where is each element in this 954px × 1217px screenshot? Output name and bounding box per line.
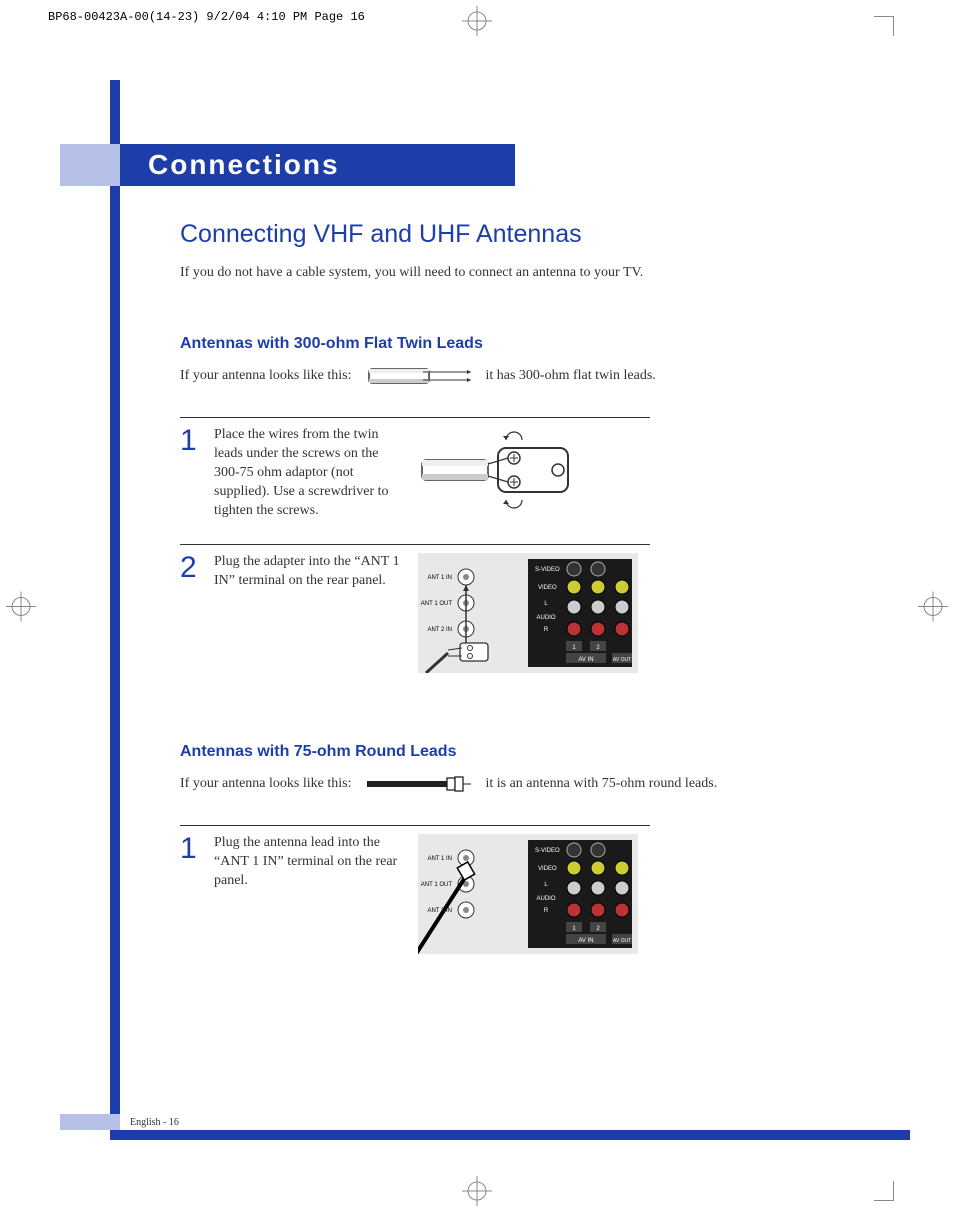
- intro-text: If you do not have a cable system, you w…: [180, 265, 900, 281]
- bottom-rule: [110, 1130, 910, 1140]
- print-header: BP68-00423A-00(14-23) 9/2/04 4:10 PM Pag…: [48, 10, 365, 24]
- step-b1: 1 Plug the antenna lead into the “ANT 1 …: [180, 825, 650, 954]
- step-number: 2: [180, 553, 200, 583]
- chapter-tab: [60, 144, 120, 186]
- svg-text:ANT 2 IN: ANT 2 IN: [427, 627, 452, 633]
- svg-text:AV OUT: AV OUT: [613, 657, 631, 663]
- lead-before-text: If your antenna looks like this:: [180, 776, 351, 792]
- twin-lead-cable-icon: [363, 359, 473, 393]
- svg-text:AV OUT: AV OUT: [613, 938, 631, 944]
- lead-before-text: If your antenna looks like this:: [180, 368, 351, 384]
- lead-after-text: it has 300-ohm flat twin leads.: [485, 368, 655, 384]
- svg-text:R: R: [544, 627, 549, 633]
- crop-mark-top: [462, 6, 492, 41]
- svg-text:AV IN: AV IN: [578, 938, 593, 944]
- step-a2: 2 Plug the adapter into the “ANT 1 IN” t…: [180, 544, 650, 673]
- section-a-heading: Antennas with 300-ohm Flat Twin Leads: [180, 335, 900, 353]
- lead-after-text: it is an antenna with 75-ohm round leads…: [485, 776, 717, 792]
- round-lead-cable-icon: [363, 767, 473, 801]
- chapter-title: Connections: [120, 144, 515, 186]
- step-a1: 1 Place the wires from the twin leads un…: [180, 417, 650, 520]
- svg-text:ANT 1 OUT: ANT 1 OUT: [421, 601, 453, 607]
- corner-mark-tr: [874, 16, 894, 36]
- adaptor-figure: [418, 426, 650, 516]
- rear-panel-figure-b: ANT 1 IN ANT 1 OUT ANT 2 IN S-VIDEO VIDE…: [418, 834, 650, 954]
- page-title: Connecting VHF and UHF Antennas: [180, 220, 900, 249]
- svg-text:VIDEO: VIDEO: [538, 585, 557, 591]
- svg-text:AV IN: AV IN: [578, 657, 593, 663]
- step-number: 1: [180, 426, 200, 456]
- section-b-heading: Antennas with 75-ohm Round Leads: [180, 743, 900, 761]
- side-rule: [110, 80, 120, 1140]
- chapter-header: Connections: [60, 144, 515, 186]
- svg-text:VIDEO: VIDEO: [538, 866, 557, 872]
- step-text: Place the wires from the twin leads unde…: [214, 426, 404, 520]
- svg-text:ANT 1 OUT: ANT 1 OUT: [421, 882, 453, 888]
- section-b-lead: If your antenna looks like this: it is a…: [180, 767, 900, 801]
- svg-text:R: R: [544, 908, 549, 914]
- svg-text:ANT 1 IN: ANT 1 IN: [427, 856, 452, 862]
- svg-text:S-VIDEO: S-VIDEO: [535, 848, 560, 854]
- rear-panel-figure-a: ANT 1 IN ANT 1 OUT ANT 2 IN S-VIDEO VIDE…: [418, 553, 650, 673]
- footer-tab: [60, 1114, 120, 1130]
- step-text: Plug the adapter into the “ANT 1 IN” ter…: [214, 553, 404, 591]
- body-content: Connecting VHF and UHF Antennas If you d…: [180, 220, 900, 954]
- svg-text:ANT 2 IN: ANT 2 IN: [427, 908, 452, 914]
- crop-mark-right: [918, 591, 948, 626]
- crop-mark-bottom: [462, 1176, 492, 1211]
- svg-text:S-VIDEO: S-VIDEO: [535, 567, 560, 573]
- svg-text:AUDIO: AUDIO: [536, 896, 555, 902]
- page-content: Connections Connecting VHF and UHF Anten…: [60, 80, 910, 1140]
- crop-mark-left: [6, 591, 36, 626]
- section-a-lead: If your antenna looks like this: it has …: [180, 359, 900, 393]
- step-text: Plug the antenna lead into the “ANT 1 IN…: [214, 834, 404, 891]
- step-number: 1: [180, 834, 200, 864]
- svg-text:ANT 1 IN: ANT 1 IN: [427, 575, 452, 581]
- svg-text:AUDIO: AUDIO: [536, 615, 555, 621]
- corner-mark-br: [874, 1181, 894, 1201]
- page-footer: English - 16: [130, 1117, 179, 1128]
